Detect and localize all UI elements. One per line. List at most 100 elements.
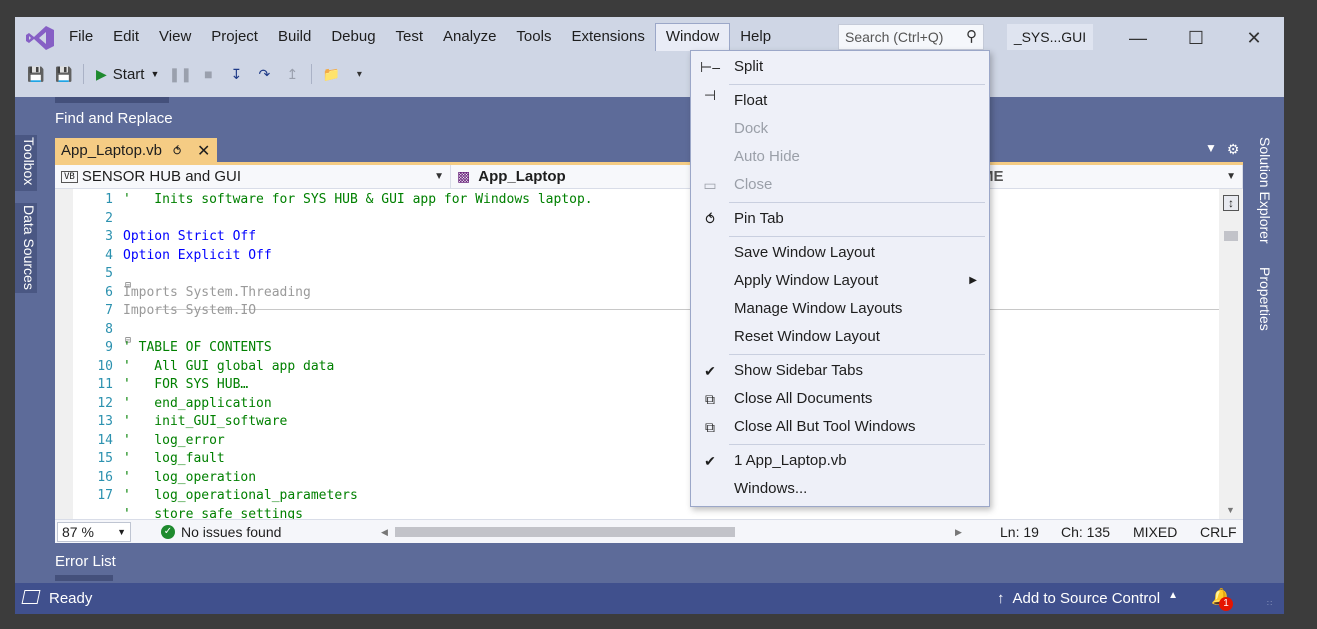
resize-grip-icon[interactable]: ∷ [1267,599,1279,611]
maximize-icon[interactable]: ☐ [1181,26,1211,50]
notifications-button[interactable]: 🔔 1 [1211,587,1233,611]
code-text: ' log_operation [123,469,257,485]
save-all-icon[interactable]: 💾 [53,63,75,85]
close-icon[interactable]: ✕ [197,141,210,161]
code-editor[interactable]: VB SENSOR HUB and GUI ▼ ▩ App_Laptop ME … [55,165,1243,543]
code-text-area[interactable]: ⊟ ⊟ 1 ' Inits software for SYS HUB & GUI … [55,189,1219,519]
code-line[interactable]: 4 Option Explicit Off [73,247,272,266]
code-line[interactable]: 5 [73,265,123,284]
scroll-right-icon[interactable]: ▶ [955,525,962,539]
split-icon[interactable]: ↕ [1223,195,1239,211]
properties-tab[interactable]: Properties [1251,265,1273,337]
scroll-down-icon[interactable]: ▼ [1226,505,1235,515]
chevron-up-icon: ▲ [1168,590,1178,601]
code-line[interactable]: ' store_safe_settings [73,506,303,520]
minimize-icon[interactable]: — [1123,26,1153,50]
menu-help[interactable]: Help [730,23,781,51]
line-number[interactable]: Ln: 19 [1000,520,1039,544]
find-in-files-icon[interactable]: 📁 [320,63,342,85]
tab-list-dropdown-icon[interactable]: ▼ [1205,141,1217,158]
scroll-thumb[interactable] [1224,231,1238,241]
code-text: Option Explicit Off [123,247,272,263]
code-line[interactable]: 2 [73,210,123,229]
code-line[interactable]: 8 [73,321,123,340]
menu-item-label: Dock [734,120,769,137]
menu-item-save-window-layout[interactable]: Save Window Layout [691,239,989,267]
code-line[interactable]: 12 ' end_application [73,395,272,414]
pin-icon[interactable]: ⥀ [173,144,181,158]
solution-explorer-tab[interactable]: Solution Explorer [1251,135,1273,253]
menu-item-apply-window-layout[interactable]: Apply Window Layout ▶ [691,267,989,295]
error-list-panel-title[interactable]: Error List [55,553,116,570]
menu-item-show-sidebar-tabs[interactable]: ✔ Show Sidebar Tabs [691,357,989,385]
toolbar-overflow-icon[interactable]: ▾ [348,63,370,85]
gear-icon[interactable]: ⚙ [1227,141,1240,158]
chevron-down-icon[interactable]: ▼ [150,69,159,79]
menu-item-open-document[interactable]: ✔ 1 App_Laptop.vb [691,447,989,475]
menu-test[interactable]: Test [386,23,434,51]
step-into-icon[interactable]: ↧ [225,63,247,85]
error-list-tab-indicator[interactable] [55,575,113,581]
line-number-label: 12 [97,395,113,411]
scroll-left-icon[interactable]: ◀ [381,525,388,539]
code-line[interactable]: 17 ' log_operational_parameters [73,487,357,506]
start-label: Start [112,65,145,83]
code-line[interactable]: 1 ' Inits software for SYS HUB & GUI app … [73,191,592,210]
menu-tools[interactable]: Tools [506,23,561,51]
find-replace-panel-title[interactable]: Find and Replace [55,110,173,127]
project-dropdown[interactable]: VB SENSOR HUB and GUI ▼ [55,165,451,188]
toolbox-tab[interactable]: Toolbox [15,135,37,191]
menu-item-manage-window-layouts[interactable]: Manage Window Layouts [691,295,989,323]
menu-item-pin-tab[interactable]: ⥀ Pin Tab [691,205,989,233]
code-line[interactable]: 6 Imports System.Threading [73,284,311,303]
char-number[interactable]: Ch: 135 [1061,520,1110,544]
data-sources-tab[interactable]: Data Sources [15,203,37,293]
menu-item-close-all-documents[interactable]: ⧉ Close All Documents [691,385,989,413]
step-over-icon[interactable]: ↷ [253,63,275,85]
menu-file[interactable]: File [59,23,103,51]
solution-name-badge[interactable]: _SYS...GUI [1007,24,1093,50]
menu-item-float[interactable]: Float [691,87,989,115]
code-line[interactable]: 9 ' TABLE OF CONTENTS [73,339,272,358]
menu-view[interactable]: View [149,23,201,51]
menu-item-split[interactable]: ⊢–⊣ Split [691,53,989,103]
save-icon[interactable]: 💾 [25,63,47,85]
menu-item-close-all-but-tool-windows[interactable]: ⧉ Close All But Tool Windows [691,413,989,441]
menu-window[interactable]: Window [654,23,731,51]
find-replace-tab-indicator[interactable] [55,97,169,103]
code-line[interactable]: 10 ' All GUI global app data [73,358,334,377]
horizontal-scrollbar[interactable]: ◀ ▶ [381,525,962,539]
stop-icon[interactable]: ■ [197,63,219,85]
vertical-scrollbar[interactable]: ↕ ▼ [1219,189,1243,519]
menu-extensions[interactable]: Extensions [561,23,654,51]
code-line[interactable]: 11 ' FOR SYS HUB… [73,376,248,395]
code-line[interactable]: 16 ' log_operation [73,469,256,488]
document-tab[interactable]: App_Laptop.vb ⥀ ✕ [55,138,217,163]
add-to-source-control-button[interactable]: ↑ Add to Source Control ▲ [997,590,1178,607]
step-out-icon[interactable]: ↥ [281,63,303,85]
pause-icon[interactable]: ❚❚ [169,63,192,85]
scroll-thumb[interactable] [395,527,735,537]
menu-analyze[interactable]: Analyze [433,23,506,51]
issues-indicator[interactable]: ✓ No issues found [161,524,281,540]
start-button[interactable]: ▶ Start ▼ [92,66,163,83]
code-line[interactable]: 7 Imports System.IO [73,302,256,321]
search-input[interactable]: Search (Ctrl+Q) ⚲ [838,24,984,50]
code-text: ' end_application [123,395,272,411]
menu-item-windows[interactable]: Windows... [691,475,989,503]
line-ending[interactable]: CRLF [1200,520,1237,544]
menu-debug[interactable]: Debug [321,23,385,51]
menu-project[interactable]: Project [201,23,268,51]
code-line[interactable]: 15 ' log_fault [73,450,224,469]
code-line[interactable]: 14 ' log_error [73,432,224,451]
line-number-label: 5 [105,266,113,281]
menu-item-reset-window-layout[interactable]: Reset Window Layout [691,323,989,351]
code-line[interactable]: 13 ' init_GUI_software [73,413,287,432]
menu-edit[interactable]: Edit [103,23,149,51]
zoom-dropdown[interactable]: 87 % ▼ [57,521,131,542]
encoding-mode[interactable]: MIXED [1133,520,1177,544]
close-window-icon[interactable]: ✕ [1239,26,1269,50]
menu-build[interactable]: Build [268,23,321,51]
chevron-down-icon: ▼ [1226,171,1236,182]
code-line[interactable]: 3 Option Strict Off [73,228,256,247]
